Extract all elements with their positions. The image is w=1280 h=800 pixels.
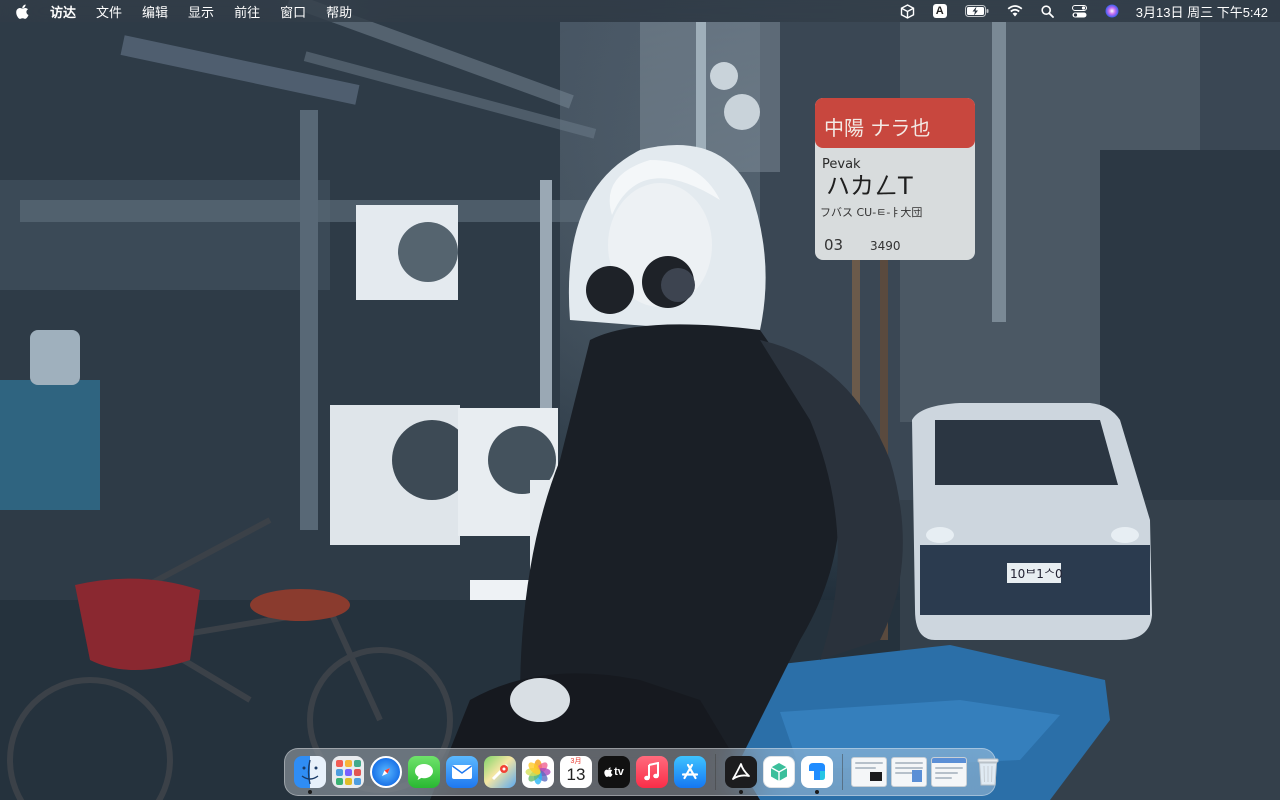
launchpad-icon[interactable] xyxy=(332,756,364,788)
menu-window[interactable]: 窗口 xyxy=(270,0,316,22)
sign-line-6: 3490 xyxy=(870,239,901,253)
dock-separator xyxy=(842,754,843,790)
apple-tv-label: tv xyxy=(614,765,624,778)
license-plate: 10ᄇ1ᄉ0 xyxy=(1010,567,1063,581)
search-icon[interactable] xyxy=(1032,0,1063,22)
menu-view[interactable]: 显示 xyxy=(178,0,224,22)
sign-line-4: フバス CU-ㅌ-ㅑ大団 xyxy=(820,205,922,219)
sign-line-1: 中陽 ナラ也 xyxy=(824,116,930,140)
wifi-icon[interactable] xyxy=(998,0,1032,22)
trash-icon[interactable] xyxy=(972,756,1004,788)
input-method-label: A xyxy=(932,4,947,18)
finder-icon[interactable] xyxy=(294,756,326,794)
apple-logo-icon[interactable] xyxy=(0,0,44,22)
minimized-window-thumbnail[interactable] xyxy=(851,757,887,787)
mail-icon[interactable] xyxy=(446,756,478,788)
minimized-window-thumbnail[interactable] xyxy=(931,757,967,787)
wallpaper-scene: 中陽 ナラ也 Pevak ハカㄥT フバス CU-ㅌ-ㅑ大団 03 3490 1… xyxy=(0,0,1280,800)
menu-app-name[interactable]: 访达 xyxy=(44,0,86,22)
menu-help[interactable]: 帮助 xyxy=(316,0,362,22)
desktop-wallpaper: 中陽 ナラ也 Pevak ハカㄥT フバス CU-ㅌ-ㅑ大団 03 3490 1… xyxy=(0,0,1280,800)
running-indicator xyxy=(815,790,819,794)
apple-tv-icon[interactable]: tv xyxy=(598,756,630,788)
acrobat-icon[interactable] xyxy=(725,756,757,794)
calendar-icon[interactable]: 3月 13 xyxy=(560,756,592,788)
messages-icon[interactable] xyxy=(408,756,440,788)
menu-go[interactable]: 前往 xyxy=(224,0,270,22)
dock-separator xyxy=(715,754,716,790)
app-store-icon[interactable] xyxy=(674,756,706,788)
sign-line-5: 03 xyxy=(824,236,843,254)
minimized-window-thumbnail[interactable] xyxy=(891,757,927,787)
menu-file[interactable]: 文件 xyxy=(86,0,132,22)
photos-icon[interactable] xyxy=(522,756,554,788)
safari-icon[interactable] xyxy=(370,756,402,788)
control-center-icon[interactable] xyxy=(1063,0,1096,22)
dock: 3月 13 tv xyxy=(284,748,999,796)
sign-line-3: ハカㄥT xyxy=(826,172,913,200)
menu-bar-clock[interactable]: 3月13日 周三 下午5:42 xyxy=(1128,2,1280,21)
siri-icon[interactable] xyxy=(1096,0,1128,22)
running-indicator xyxy=(739,790,743,794)
menu-edit[interactable]: 编辑 xyxy=(132,0,178,22)
maps-icon[interactable] xyxy=(484,756,516,788)
menu-bar: 访达 文件 编辑 显示 前往 窗口 帮助 A 3月13日 周三 下午5:42 xyxy=(0,0,1280,22)
calendar-day: 13 xyxy=(566,765,586,784)
battery-charging-icon[interactable] xyxy=(956,0,998,22)
cube-app-icon[interactable] xyxy=(763,756,795,788)
input-method-icon[interactable]: A xyxy=(924,0,956,22)
tencent-meeting-icon[interactable] xyxy=(801,756,833,794)
cube-app-icon[interactable] xyxy=(891,0,924,22)
sign-line-2: Pevak xyxy=(822,157,861,172)
running-indicator xyxy=(308,790,312,794)
music-icon[interactable] xyxy=(636,756,668,788)
